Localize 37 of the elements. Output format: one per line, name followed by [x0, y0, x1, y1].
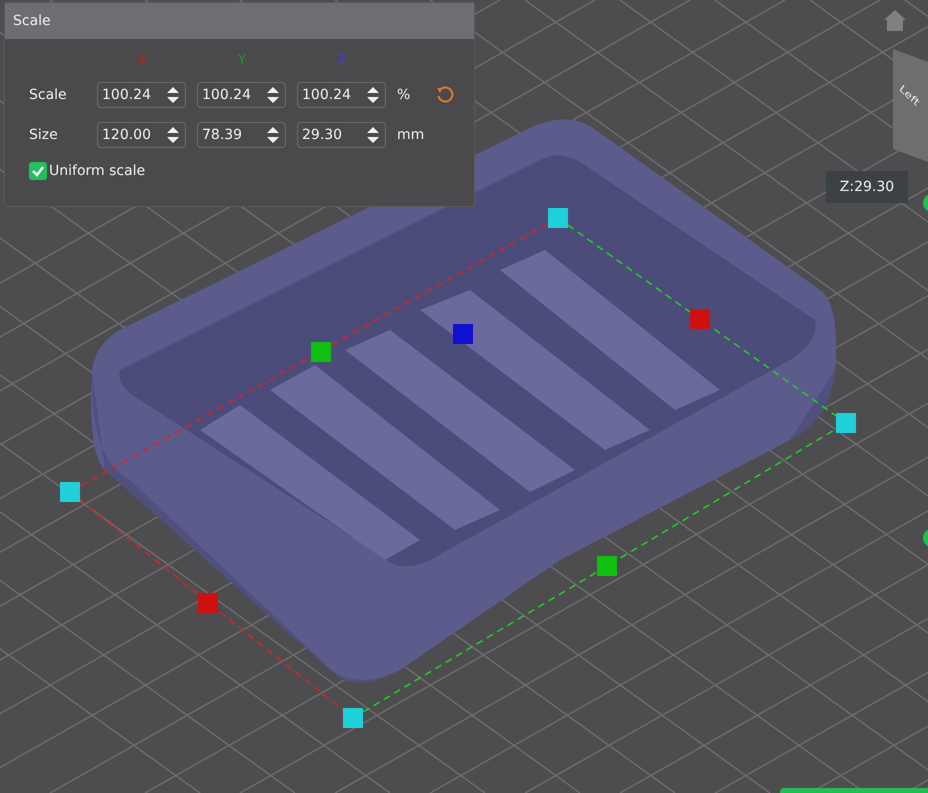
z-readout: Z:29.30 [826, 171, 908, 203]
spinner-icon[interactable] [366, 85, 380, 105]
y-axis-handle[interactable] [311, 342, 331, 362]
z-axis-handle[interactable] [453, 324, 473, 344]
corner-handle[interactable] [548, 208, 568, 228]
panel-title: Scale [5, 3, 474, 39]
row-label: Scale [29, 87, 68, 103]
unit-label: mm [397, 127, 426, 143]
corner-handle[interactable] [836, 413, 856, 433]
spinner-icon[interactable] [266, 125, 280, 145]
home-icon[interactable] [884, 10, 906, 31]
spinner-icon[interactable] [166, 125, 180, 145]
number-field[interactable]: 100.24 [97, 82, 186, 108]
corner-handle[interactable] [343, 708, 363, 728]
number-field[interactable]: 29.30 [297, 122, 386, 148]
unit-label: % [397, 87, 412, 103]
spinner-icon[interactable] [266, 85, 280, 105]
number-field[interactable]: 100.24 [197, 82, 286, 108]
spinner-icon[interactable] [366, 125, 380, 145]
axis-label: Y [237, 53, 247, 68]
reset-icon[interactable] [435, 85, 455, 105]
corner-handle[interactable] [60, 482, 80, 502]
handle-icon[interactable] [923, 194, 928, 212]
y-axis-handle[interactable] [597, 556, 617, 576]
x-axis-handle[interactable] [690, 309, 710, 329]
uniform-scale-checkbox[interactable]: Uniform scale [29, 162, 146, 180]
handle-icon[interactable] [923, 529, 928, 547]
number-field[interactable]: 120.00 [97, 122, 186, 148]
number-field[interactable]: 100.24 [297, 82, 386, 108]
row-label: Size [29, 127, 59, 143]
spinner-icon[interactable] [166, 85, 180, 105]
checkbox-icon[interactable] [29, 162, 47, 180]
axis-label: X [136, 53, 148, 68]
number-field[interactable]: 78.39 [197, 122, 286, 148]
x-axis-handle[interactable] [198, 593, 218, 613]
slider-bar[interactable] [780, 788, 928, 793]
axis-label: Z [336, 53, 348, 68]
